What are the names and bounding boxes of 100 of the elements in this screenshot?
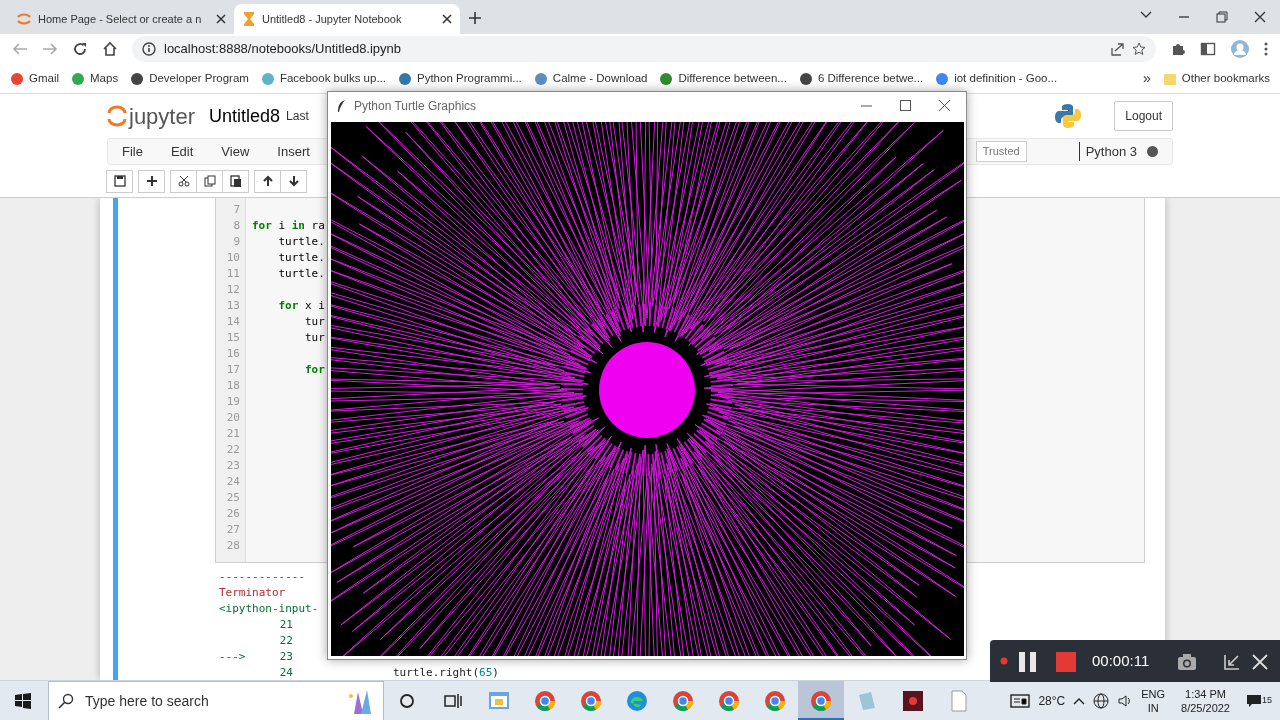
line-number: 22 bbox=[278, 633, 293, 649]
menu-item[interactable]: Insert bbox=[277, 141, 310, 162]
bookmark-link[interactable]: Difference between... bbox=[659, 69, 787, 88]
notification-button[interactable]: 15 bbox=[1246, 693, 1272, 708]
code-line: turtle. bbox=[277, 266, 325, 282]
close-icon[interactable] bbox=[216, 14, 226, 24]
bookmark-link[interactable]: Gmail bbox=[10, 69, 60, 88]
bookmark-link[interactable]: iot definition - Goo... bbox=[935, 69, 1058, 88]
plus-icon bbox=[468, 10, 482, 25]
more-menu-icon[interactable] bbox=[1264, 41, 1268, 57]
share-icon[interactable] bbox=[1110, 42, 1124, 56]
bookmark-link[interactable]: Facebook bulks up... bbox=[260, 69, 386, 88]
clock-time[interactable]: 1:34 PM bbox=[1185, 686, 1226, 701]
line-number: 15 bbox=[225, 330, 240, 346]
browser-icon bbox=[671, 688, 695, 713]
notebook-title[interactable]: Untitled8 bbox=[209, 102, 281, 130]
kernel-name[interactable]: Python 3 bbox=[1078, 141, 1137, 162]
chat-bubble-icon bbox=[1246, 693, 1262, 708]
restore-icon[interactable] bbox=[1216, 11, 1228, 23]
search-field[interactable]: Type here to search bbox=[48, 680, 384, 720]
recorder-app-icon bbox=[901, 688, 925, 713]
line-number: 21 bbox=[225, 426, 240, 442]
line-number: 14 bbox=[225, 314, 240, 330]
line-number: 26 bbox=[225, 506, 240, 522]
line-number: 16 bbox=[225, 346, 240, 362]
close-icon[interactable] bbox=[939, 100, 950, 111]
menu-item[interactable]: View bbox=[221, 141, 250, 162]
info-icon bbox=[142, 42, 156, 56]
home-icon[interactable] bbox=[102, 41, 118, 57]
bookmark-link[interactable]: Maps bbox=[71, 69, 119, 88]
traceback-marker: ---> bbox=[219, 649, 247, 665]
more-bookmarks-button[interactable]: » bbox=[1143, 68, 1151, 89]
bookmark-link[interactable]: Python Programmi... bbox=[398, 69, 522, 88]
chevron-down-icon[interactable] bbox=[1140, 11, 1152, 19]
python-logo-icon bbox=[1054, 102, 1083, 130]
sidebar-icon[interactable] bbox=[1200, 41, 1216, 57]
minimize-to-corner-icon bbox=[1223, 652, 1242, 671]
line-number: 21 bbox=[278, 617, 293, 633]
browser-icon bbox=[763, 688, 787, 713]
browser-icon bbox=[717, 688, 741, 713]
line-number: 11 bbox=[225, 266, 240, 282]
logout-button[interactable]: Logout bbox=[1114, 101, 1173, 131]
weather-text[interactable]: 28°C bbox=[1038, 691, 1066, 710]
stop-button[interactable] bbox=[1056, 649, 1076, 673]
line-number: 7 bbox=[232, 202, 240, 218]
toolbar-button[interactable] bbox=[280, 169, 307, 193]
maximize-icon[interactable] bbox=[900, 100, 911, 111]
clock-date[interactable]: 8/25/2022 bbox=[1181, 700, 1230, 715]
jupyter-logo-icon bbox=[16, 11, 32, 27]
line-number: 24 bbox=[225, 474, 240, 490]
address-bar[interactable]: localhost:8888/notebooks/Untitled8.ipynb bbox=[132, 36, 1156, 62]
browser-icon bbox=[809, 688, 833, 713]
line-number: 8 bbox=[232, 218, 240, 234]
hourglass-icon bbox=[242, 11, 256, 27]
line-number: 13 bbox=[225, 298, 240, 314]
checkpoint-text: Last bbox=[286, 108, 309, 125]
toolbar-button[interactable] bbox=[254, 169, 281, 193]
browser-tab[interactable]: Home Page - Select or create a n bbox=[8, 4, 234, 34]
code-line: for bbox=[303, 362, 325, 378]
caret-up-icon[interactable] bbox=[1073, 696, 1086, 705]
copy-icon bbox=[202, 174, 217, 188]
menu-item[interactable]: Edit bbox=[170, 141, 194, 162]
line-number: 24 bbox=[278, 665, 293, 680]
folder-icon bbox=[1162, 71, 1177, 86]
toolbar-button[interactable] bbox=[106, 169, 133, 193]
close-icon[interactable] bbox=[1254, 11, 1266, 23]
toolbar-button[interactable] bbox=[138, 169, 165, 193]
code-line: tur bbox=[303, 314, 325, 330]
paste-icon bbox=[228, 174, 243, 188]
windows-logo-icon bbox=[15, 692, 31, 709]
star-icon[interactable] bbox=[1132, 42, 1146, 56]
toolbar-button[interactable] bbox=[222, 169, 249, 193]
puzzle-icon[interactable] bbox=[1170, 41, 1186, 57]
pause-button[interactable] bbox=[1018, 649, 1038, 673]
jupyter-logo[interactable]: jupyter bbox=[107, 99, 196, 133]
bookmark-folder[interactable]: Other bookmarks bbox=[1162, 69, 1270, 88]
close-icon[interactable] bbox=[442, 14, 452, 24]
menu-item[interactable]: File bbox=[122, 141, 143, 162]
close-icon bbox=[1251, 652, 1270, 671]
browser-icon bbox=[579, 688, 603, 713]
line-number: 9 bbox=[232, 234, 240, 250]
bookmark-link[interactable]: Calme - Download bbox=[533, 69, 648, 88]
bookmark-link[interactable]: 6 Difference betwe... bbox=[798, 69, 924, 88]
news-widget-icon[interactable] bbox=[1010, 692, 1031, 709]
trusted-indicator[interactable]: Trusted bbox=[975, 141, 1027, 162]
recording-timer: 00:00:11 bbox=[1092, 650, 1150, 671]
bookmark-link[interactable]: Developer Program bbox=[130, 69, 249, 88]
browser-tab[interactable]: Untitled8 - Jupyter Notebook bbox=[234, 4, 460, 34]
search-icon bbox=[58, 692, 74, 709]
region-indicator[interactable]: IN bbox=[1147, 700, 1159, 715]
code-line: for i in ra bbox=[252, 218, 325, 234]
globe-icon[interactable] bbox=[1093, 692, 1110, 709]
camera-icon bbox=[1177, 652, 1198, 671]
reload-icon[interactable] bbox=[72, 41, 88, 57]
line-number: 22 bbox=[225, 442, 240, 458]
plus-icon bbox=[144, 174, 159, 188]
toolbar-button[interactable] bbox=[170, 169, 197, 193]
save-icon bbox=[112, 174, 127, 188]
jupyter-logo-icon bbox=[107, 104, 127, 128]
language-indicator[interactable]: ENG bbox=[1141, 686, 1166, 701]
